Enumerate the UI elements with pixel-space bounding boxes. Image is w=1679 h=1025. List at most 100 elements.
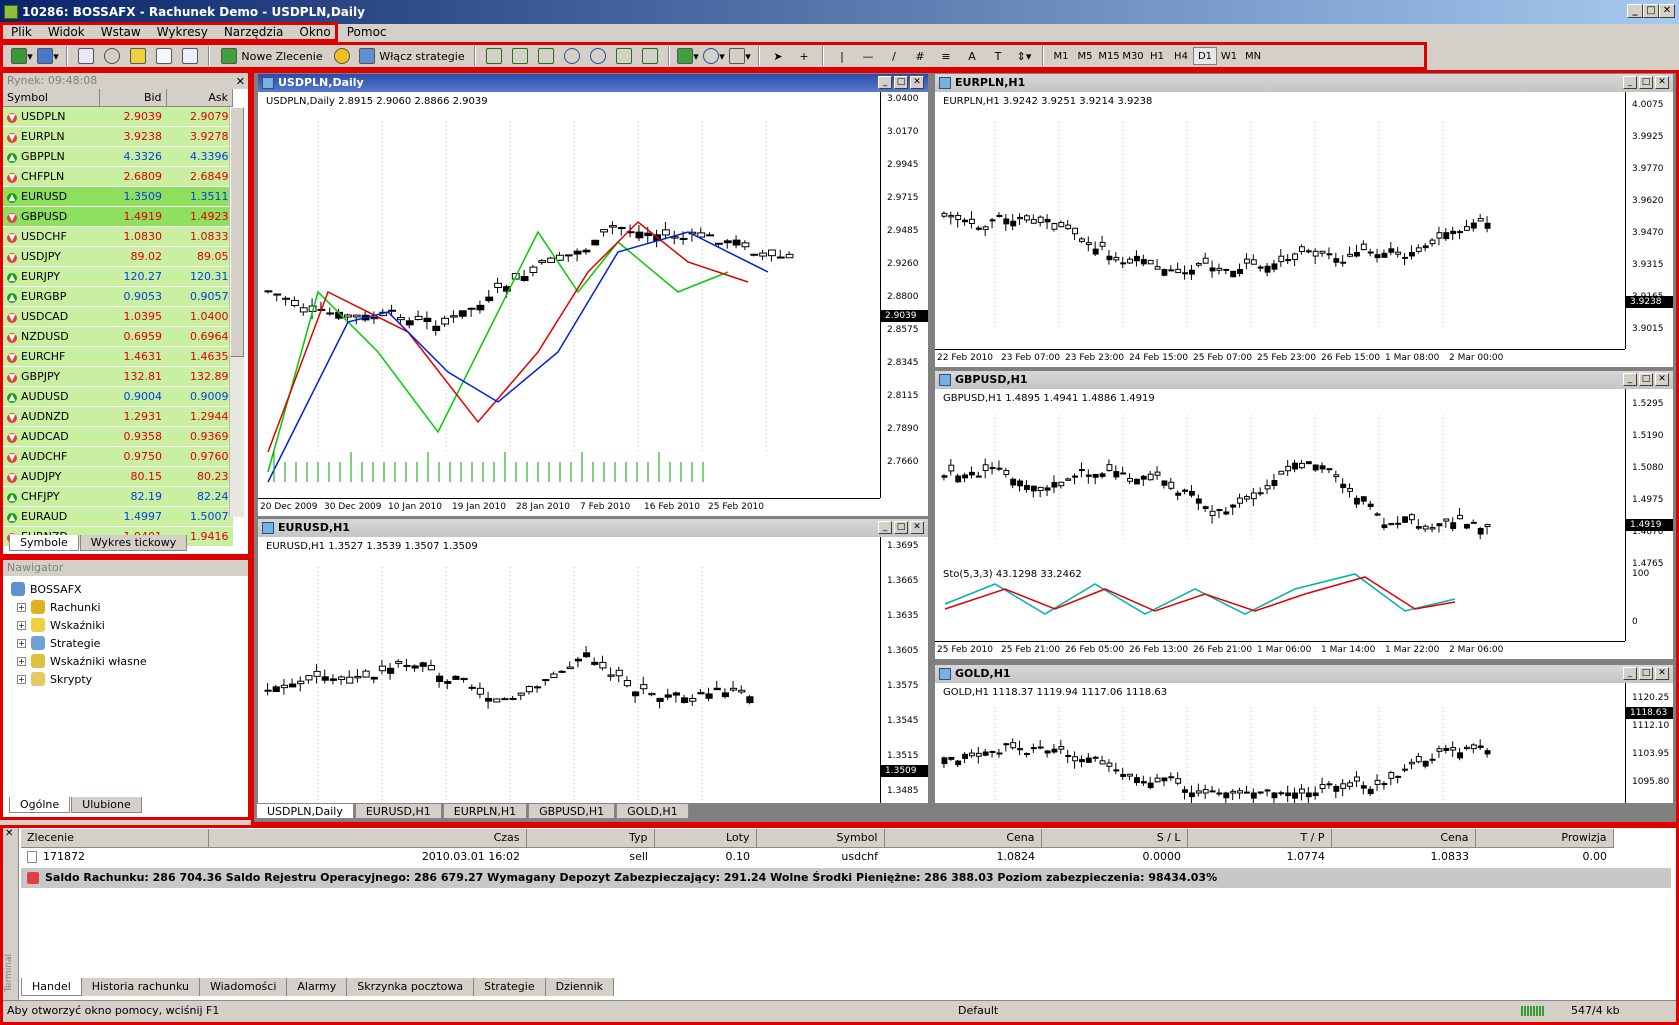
indicators-icon[interactable]: ▾ <box>677 46 699 66</box>
minimize-icon[interactable]: _ <box>1623 667 1637 680</box>
tf-h4[interactable]: H4 <box>1169 47 1193 65</box>
col-cena-current[interactable]: Cena <box>1331 829 1476 848</box>
candlestick-icon[interactable] <box>509 46 531 66</box>
enable-strategies-button[interactable]: Włącz strategie <box>357 46 467 66</box>
minimize-icon[interactable]: _ <box>1623 76 1637 89</box>
nav-root[interactable]: BOSSAFX <box>11 580 240 598</box>
market-watch-row[interactable]: ▼ GBPUSD 1.4919 1.4923 <box>3 206 233 227</box>
chart-body[interactable]: GOLD,H1 1118.37 1119.94 1117.06 1118.63 … <box>935 683 1673 803</box>
expand-icon[interactable]: + <box>17 656 26 666</box>
profiles-icon[interactable]: ▾ <box>37 46 59 66</box>
market-watch-row[interactable]: ▼ AUDJPY 80.15 80.23 <box>3 466 233 487</box>
col-symbol[interactable]: Symbol <box>756 829 885 848</box>
market-watch-row[interactable]: ▼ AUDCHF 0.9750 0.9760 <box>3 446 233 467</box>
maximize-button[interactable]: □ <box>1643 4 1659 18</box>
chart-title-bar[interactable]: EURUSD,H1 _ □ ✕ <box>258 519 928 537</box>
templates-icon[interactable]: ▾ <box>729 46 751 66</box>
new-chart-icon[interactable]: ▾ <box>11 46 33 66</box>
expand-icon[interactable]: + <box>17 674 26 684</box>
col-ask[interactable]: Ask <box>166 89 234 107</box>
chart-window-gbpusd[interactable]: GBPUSD,H1 _ □ ✕ GBPUSD,H1 1.4895 1.4941 1.… <box>934 370 1674 660</box>
market-watch-icon[interactable] <box>75 46 97 66</box>
tab-skrzynka-pocztowa[interactable]: Skrzynka pocztowa <box>347 978 475 996</box>
tab-eurusd[interactable]: EURUSD,H1 <box>354 803 442 819</box>
minimize-icon[interactable]: _ <box>878 521 892 534</box>
navigator-icon[interactable] <box>127 46 149 66</box>
col-sl[interactable]: S / L <box>1041 829 1188 848</box>
scrollbar-thumb[interactable] <box>230 107 244 357</box>
text-icon[interactable]: A <box>961 46 983 66</box>
market-watch-row[interactable]: ▼ GBPJPY 132.81 132.89 <box>3 366 233 387</box>
fibonacci-icon[interactable]: ≡ <box>935 46 957 66</box>
tab-usdpln[interactable]: USDPLN,Daily <box>256 803 354 819</box>
tf-d1[interactable]: D1 <box>1193 47 1217 65</box>
maximize-icon[interactable]: □ <box>1639 667 1653 680</box>
tab-symbole[interactable]: Symbole <box>9 535 79 551</box>
tab-wykres-tickowy[interactable]: Wykres tickowy <box>79 535 188 551</box>
market-watch-scrollbar[interactable] <box>229 107 244 517</box>
horizontal-line-icon[interactable]: — <box>857 46 879 66</box>
bar-chart-icon[interactable] <box>483 46 505 66</box>
zoom-out-icon[interactable] <box>587 46 609 66</box>
data-window-icon[interactable] <box>101 46 123 66</box>
market-watch-row[interactable]: ▲ EURAUD 1.4997 1.5007 <box>3 506 233 527</box>
tester-icon[interactable] <box>179 46 201 66</box>
col-cena[interactable]: Cena <box>884 829 1042 848</box>
close-icon[interactable]: ✕ <box>3 828 18 839</box>
tf-mn[interactable]: MN <box>1241 47 1265 65</box>
zoom-in-icon[interactable] <box>561 46 583 66</box>
market-watch-row[interactable]: ▲ GBPPLN 4.3326 4.3396 <box>3 146 233 167</box>
chart-body[interactable]: USDPLN,Daily 2.8915 2.9060 2.8866 2.9039… <box>258 92 928 516</box>
chart-body[interactable]: EURPLN,H1 3.9242 3.9251 3.9214 3.9238 4.… <box>935 92 1673 367</box>
nav-item-wskazniki-wlasne[interactable]: + Wskaźniki własne <box>11 652 240 670</box>
market-watch-row[interactable]: ▲ EURUSD 1.3509 1.3511 <box>3 186 233 207</box>
minimize-icon[interactable]: _ <box>878 76 892 89</box>
col-bid[interactable]: Bid <box>99 89 167 107</box>
close-icon[interactable]: ✕ <box>910 76 924 89</box>
close-icon[interactable]: ✕ <box>1655 667 1669 680</box>
close-icon[interactable]: ✕ <box>910 521 924 534</box>
chart-window-gold[interactable]: GOLD,H1 _ □ ✕ GOLD,H1 1118.37 1119.94 1117… <box>934 664 1674 804</box>
tf-h1[interactable]: H1 <box>1145 47 1169 65</box>
channel-icon[interactable]: # <box>909 46 931 66</box>
chart-window-eurpln[interactable]: EURPLN,H1 _ □ ✕ EURPLN,H1 3.9242 3.9251 3.… <box>934 73 1674 368</box>
autoscroll-icon[interactable] <box>613 46 635 66</box>
trendline-icon[interactable]: / <box>883 46 905 66</box>
market-watch-row[interactable]: ▼ EURCHF 1.4631 1.4635 <box>3 346 233 367</box>
col-czas[interactable]: Czas <box>208 829 527 848</box>
chart-shift-icon[interactable] <box>639 46 661 66</box>
market-watch-row[interactable]: ▼ USDCHF 1.0830 1.0833 <box>3 226 233 247</box>
menu-narzedzia[interactable]: Narzędzia <box>216 25 292 39</box>
market-watch-row[interactable]: ▲ EURGBP 0.9053 0.9057 <box>3 286 233 307</box>
menu-wykresy[interactable]: Wykresy <box>149 25 216 39</box>
market-watch-row[interactable]: ▼ USDJPY 89.02 89.05 <box>3 246 233 267</box>
market-watch-row[interactable]: ▲ EURJPY 120.27 120.31 <box>3 266 233 287</box>
chart-window-usdpln[interactable]: USDPLN,Daily _ □ ✕ USDPLN,Daily 2.8915 2.9… <box>257 73 929 517</box>
market-watch-row[interactable]: ▼ CHFPLN 2.6809 2.6849 <box>3 166 233 187</box>
maximize-icon[interactable]: □ <box>1639 76 1653 89</box>
tab-wiadomosci[interactable]: Wiadomości <box>199 978 288 996</box>
text-label-icon[interactable]: T <box>987 46 1009 66</box>
close-icon[interactable]: ✕ <box>236 74 245 90</box>
tf-m5[interactable]: M5 <box>1073 47 1097 65</box>
col-tp[interactable]: T / P <box>1187 829 1332 848</box>
close-icon[interactable]: ✕ <box>1655 373 1669 386</box>
tab-dziennik[interactable]: Dziennik <box>545 978 615 996</box>
chart-title-bar[interactable]: EURPLN,H1 _ □ ✕ <box>935 74 1673 92</box>
arrows-icon[interactable]: ⇕▾ <box>1013 46 1035 66</box>
tab-eurpln[interactable]: EURPLN,H1 <box>442 803 528 819</box>
col-symbol[interactable]: Symbol <box>3 89 101 107</box>
nav-item-wskazniki[interactable]: + Wskaźniki <box>11 616 240 634</box>
expand-icon[interactable]: + <box>17 620 26 630</box>
crosshair-icon[interactable]: + <box>793 46 815 66</box>
expand-icon[interactable]: + <box>17 638 26 648</box>
col-zlecenie[interactable]: Zlecenie <box>21 829 209 848</box>
col-typ[interactable]: Typ <box>526 829 655 848</box>
cursor-icon[interactable]: ➤ <box>767 46 789 66</box>
chart-window-eurusd[interactable]: EURUSD,H1 _ □ ✕ EURUSD,H1 1.3527 1.3539 1.… <box>257 518 929 804</box>
maximize-icon[interactable]: □ <box>894 76 908 89</box>
menu-widok[interactable]: Widok <box>40 25 93 39</box>
tab-ulubione[interactable]: Ulubione <box>71 797 142 813</box>
chart-title-bar[interactable]: GOLD,H1 _ □ ✕ <box>935 665 1673 683</box>
chart-body[interactable]: GBPUSD,H1 1.4895 1.4941 1.4886 1.4919 St… <box>935 389 1673 659</box>
